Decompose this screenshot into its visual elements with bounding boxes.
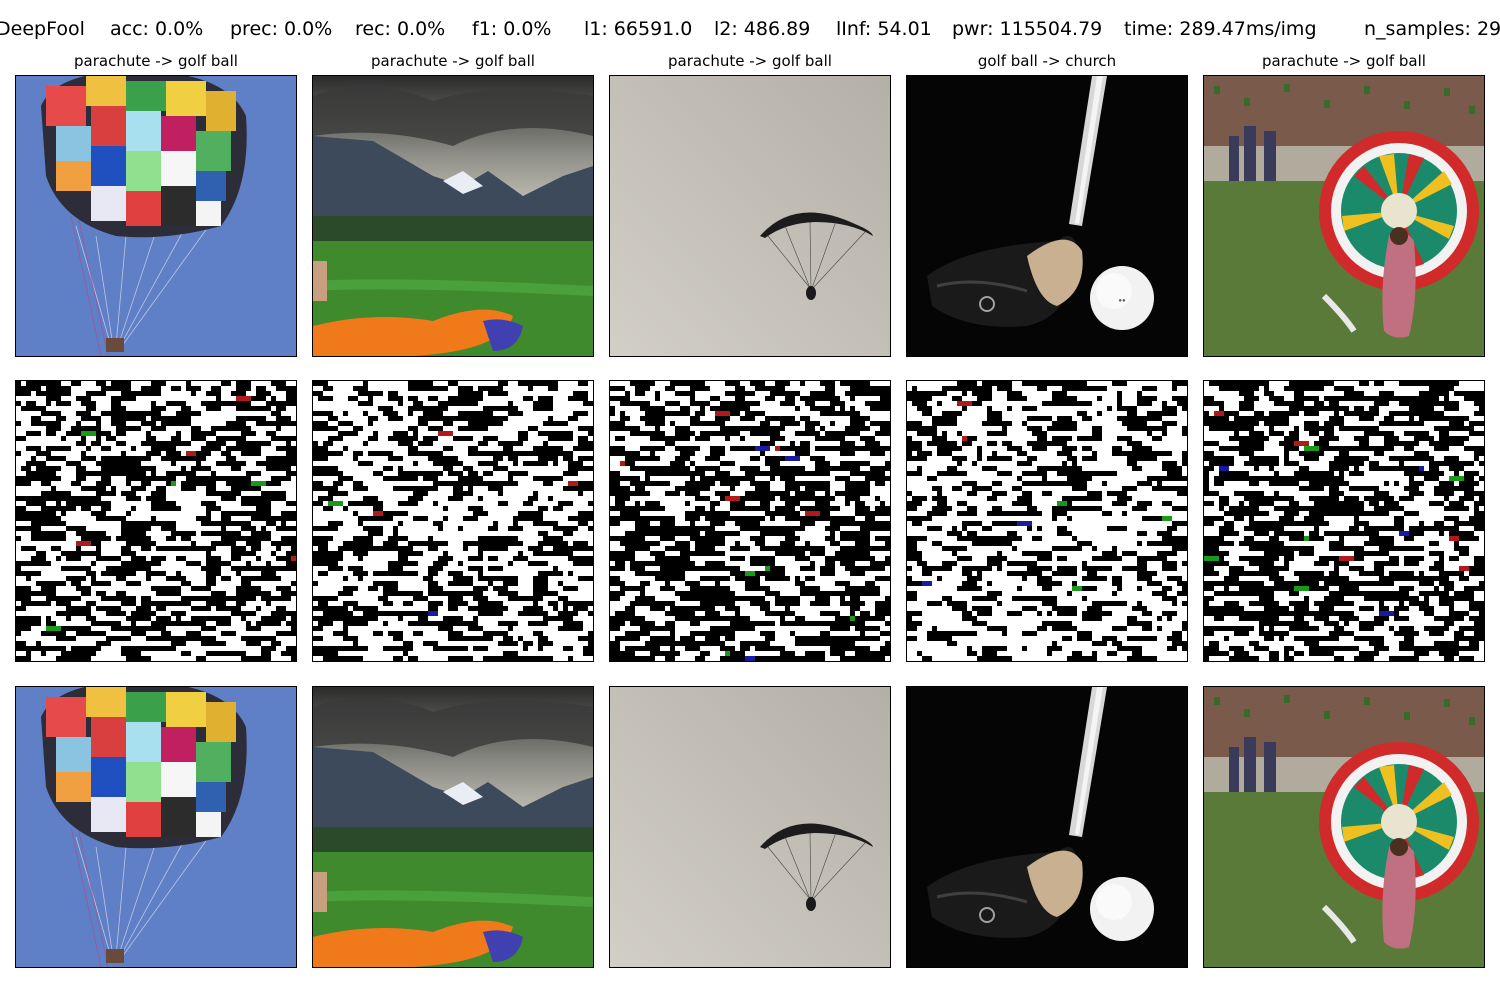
rec-metric: rec: 0.0%: [355, 18, 446, 40]
original-image-5: [1203, 75, 1485, 357]
metrics-header: DeepFool acc: 0.0% prec: 0.0% rec: 0.0% …: [0, 14, 1500, 44]
perturbation-image-1: [15, 380, 297, 662]
adversarial-image-3: [609, 686, 891, 968]
original-image-4: ●●: [906, 75, 1188, 357]
original-image-2: [312, 75, 594, 357]
perturbation-image-2: [312, 380, 594, 662]
original-image-1: [15, 75, 297, 357]
method-label: DeepFool: [0, 18, 85, 40]
l2-metric: l2: 486.89: [714, 18, 811, 40]
column-title-3: parachute -> golf ball: [668, 52, 832, 70]
acc-metric: acc: 0.0%: [110, 18, 204, 40]
adversarial-image-4: [906, 686, 1188, 968]
original-image-3: [609, 75, 891, 357]
f1-metric: f1: 0.0%: [472, 18, 552, 40]
l1-metric: l1: 66591.0: [584, 18, 693, 40]
pwr-metric: pwr: 115504.79: [952, 18, 1103, 40]
linf-metric: lInf: 54.01: [836, 18, 932, 40]
column-title-2: parachute -> golf ball: [371, 52, 535, 70]
n-samples-metric: n_samples: 29: [1364, 18, 1500, 40]
prec-metric: prec: 0.0%: [230, 18, 333, 40]
svg-text:●●: ●●: [1118, 298, 1126, 304]
perturbation-image-3: [609, 380, 891, 662]
adversarial-image-2: [312, 686, 594, 968]
column-title-4: golf ball -> church: [977, 52, 1117, 70]
time-metric: time: 289.47ms/img: [1124, 18, 1317, 40]
adversarial-image-1: [15, 686, 297, 968]
column-title-1: parachute -> golf ball: [74, 52, 238, 70]
perturbation-image-4: [906, 380, 1188, 662]
column-title-5: parachute -> golf ball: [1262, 52, 1426, 70]
adversarial-image-5: [1203, 686, 1485, 968]
perturbation-image-5: [1203, 380, 1485, 662]
